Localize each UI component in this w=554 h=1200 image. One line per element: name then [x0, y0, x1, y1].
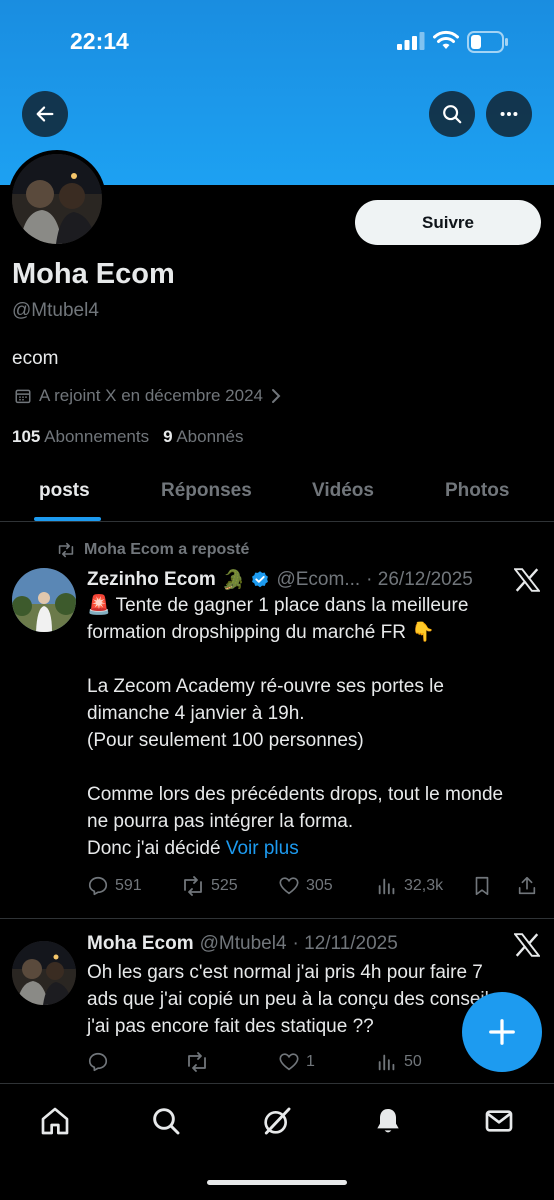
status-bar: 22:14 [0, 28, 554, 58]
nav-notifications[interactable] [368, 1101, 408, 1141]
x-logo-icon [514, 933, 540, 957]
heart-icon [279, 877, 299, 895]
plus-icon [489, 1019, 515, 1045]
home-icon [41, 1107, 69, 1135]
tab-photos[interactable]: Photos [445, 480, 509, 502]
followers-link[interactable]: 9 Abonnés [163, 427, 243, 447]
calendar-icon [15, 389, 31, 404]
nav-grok[interactable] [257, 1101, 297, 1141]
avatar-photo [12, 568, 76, 632]
reply-icon [88, 876, 108, 896]
profile-tabs: posts Réponses Vidéos Photos [0, 464, 554, 522]
tweet-text-content: 🚨 Tente de gagner 1 place dans la meille… [87, 595, 504, 859]
tweet-author[interactable]: Moha Ecom [87, 933, 194, 955]
reply-button[interactable]: 591 [87, 875, 142, 897]
bookmark-button[interactable] [471, 875, 493, 897]
verified-badge-icon [252, 571, 269, 588]
view-count: 32,3k [404, 877, 444, 894]
avatar-photo [12, 941, 76, 1005]
nav-messages[interactable] [479, 1101, 519, 1141]
reply-icon [88, 1052, 108, 1072]
following-count: 105 [12, 427, 41, 446]
reply-count: 591 [115, 877, 142, 894]
views-icon [378, 878, 395, 895]
tab-replies[interactable]: Réponses [161, 480, 252, 502]
views-button[interactable]: 32,3k [376, 875, 443, 897]
battery-icon [467, 31, 508, 53]
cellular-signal-icon [397, 32, 425, 50]
views-icon [378, 1054, 395, 1071]
followers-label: Abonnés [176, 427, 244, 446]
views-button[interactable]: 50 [376, 1051, 422, 1073]
back-button[interactable] [22, 91, 68, 137]
like-button[interactable]: 1 [278, 1051, 315, 1073]
tweet-avatar[interactable] [12, 941, 76, 1005]
tweet-text: 🚨 Tente de gagner 1 place dans la meille… [87, 592, 507, 862]
search-icon [153, 1108, 180, 1135]
see-more-link[interactable]: Voir plus [226, 838, 299, 859]
like-count: 1 [306, 1053, 315, 1070]
chevron-right-icon [271, 389, 281, 403]
tweet-header: Zezinho Ecom 🐊 @Ecom... · 26/12/2025 [87, 568, 473, 592]
follow-stats: 105 Abonnements 9 Abonnés [12, 427, 243, 447]
profile-handle: @Mtubel4 [12, 300, 99, 321]
repost-label: Moha Ecom a reposté [84, 541, 250, 558]
repost-count: 525 [211, 877, 238, 894]
joined-text: A rejoint X en décembre 2024 [39, 386, 263, 405]
search-button[interactable] [429, 91, 475, 137]
tweet-header: Moha Ecom @Mtubel4 · 12/11/2025 [87, 933, 398, 955]
following-label: Abonnements [44, 427, 150, 446]
nav-home[interactable] [35, 1101, 75, 1141]
share-icon [518, 876, 536, 895]
repost-icon [184, 876, 202, 896]
like-button[interactable]: 305 [278, 875, 333, 897]
tweet-date: · 26/12/2025 [366, 569, 473, 590]
search-icon [443, 105, 462, 124]
like-count: 305 [306, 877, 333, 894]
arrow-left-icon [36, 106, 54, 122]
tweet-author[interactable]: Zezinho Ecom [87, 569, 216, 591]
profile-bio: ecom [12, 348, 59, 369]
more-icon [500, 111, 518, 117]
profile-photo [12, 154, 102, 244]
nav-search[interactable] [146, 1101, 186, 1141]
grok-icon [264, 1107, 291, 1135]
repost-icon [188, 1052, 206, 1072]
heart-icon [279, 1053, 299, 1071]
home-indicator [207, 1180, 347, 1185]
x-logo-icon [514, 568, 540, 592]
active-tab-indicator [34, 517, 101, 521]
tweet-handle: @Ecom... [276, 569, 361, 590]
tweet-date: · 12/11/2025 [292, 933, 398, 954]
tweet-1[interactable]: Moha Ecom a reposté Zezinho Ecom 🐊 @Ecom… [0, 522, 554, 918]
share-button[interactable] [516, 875, 538, 897]
author-emoji: 🐊 [221, 570, 246, 591]
tweet-2[interactable]: Moha Ecom @Mtubel4 · 12/11/2025 Oh les g… [0, 919, 554, 1083]
view-count: 50 [404, 1053, 422, 1070]
status-time: 22:14 [70, 28, 129, 54]
tweet-avatar[interactable] [12, 568, 76, 632]
repost-indicator: Moha Ecom a reposté [56, 541, 249, 559]
more-options-button[interactable] [486, 91, 532, 137]
bell-icon [377, 1109, 399, 1133]
bookmark-icon [475, 876, 489, 896]
followers-count: 9 [163, 427, 173, 446]
follow-button[interactable]: Suivre [355, 200, 541, 245]
tweet-text: Oh les gars c'est normal j'ai pris 4h po… [87, 962, 499, 1037]
tab-videos[interactable]: Vidéos [312, 480, 374, 502]
profile-name: Moha Ecom [12, 258, 175, 290]
reply-button[interactable] [87, 1051, 115, 1073]
tweet-actions: 591 525 305 32,3k [87, 875, 547, 899]
wifi-icon [433, 30, 459, 49]
following-link[interactable]: 105 Abonnements [12, 427, 149, 447]
mail-icon [485, 1110, 513, 1132]
repost-button[interactable]: 525 [181, 875, 238, 897]
joined-date[interactable]: A rejoint X en décembre 2024 [14, 386, 282, 406]
tweet-handle: @Mtubel4 [199, 933, 287, 954]
compose-button[interactable] [462, 992, 542, 1072]
tab-posts[interactable]: posts [39, 480, 90, 502]
repost-icon [58, 542, 74, 558]
profile-avatar[interactable] [8, 150, 106, 248]
repost-button[interactable] [185, 1051, 215, 1073]
